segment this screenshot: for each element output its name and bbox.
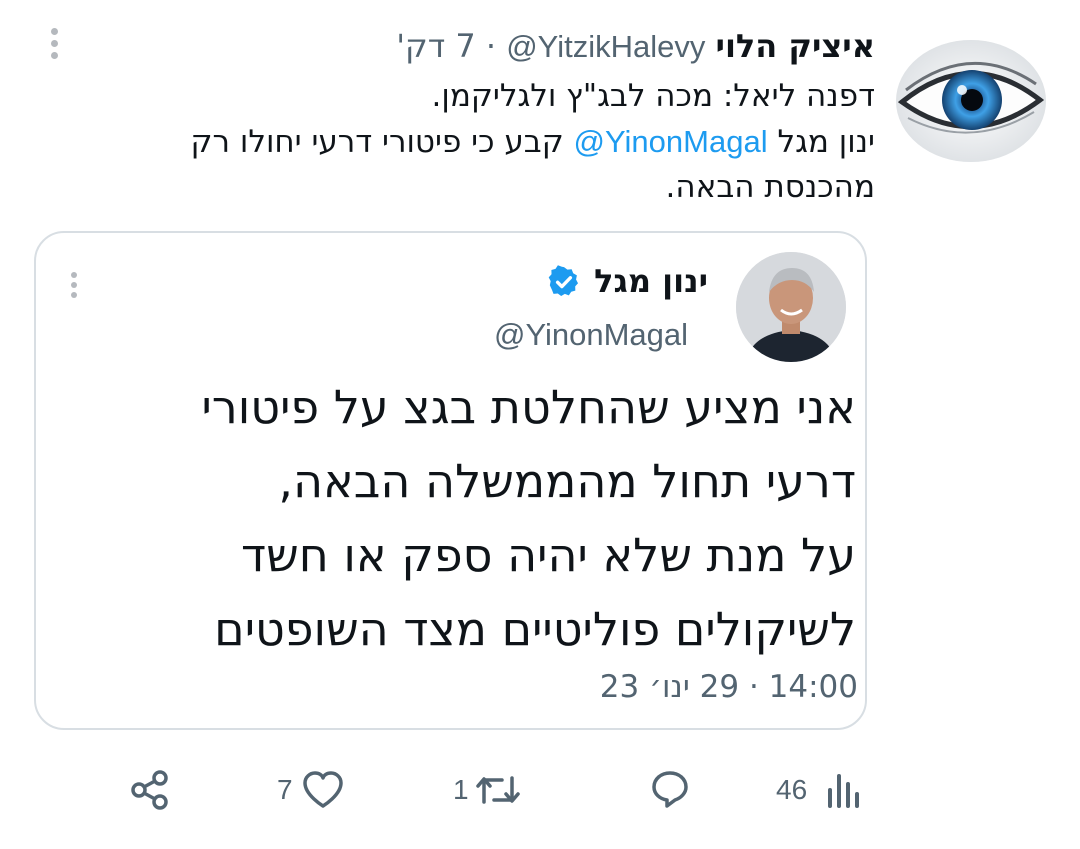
like-count: 7 (277, 774, 293, 805)
more-vertical-icon[interactable] (62, 268, 86, 302)
person-photo (736, 252, 846, 362)
eye-image (896, 40, 1046, 162)
quoted-body-line: אני מציע שהחלטת בגצ על פיטורי (201, 380, 857, 434)
tweet-text-line: ינון מגל @YinonMagal קבע כי פיטורי דרעי … (155, 119, 875, 165)
retweet-icon[interactable] (474, 768, 520, 812)
quoted-author-handle[interactable]: @YinonMagal (494, 313, 688, 357)
share-icon[interactable] (128, 768, 172, 812)
tweet-text-fragment: קבע כי פיטורי דרעי יחולו רק (190, 124, 574, 160)
quoted-tweet-body: אני מציע שהחלטת בגצ על פיטורי דרעי תחול … (136, 370, 857, 666)
more-vertical-icon[interactable] (40, 26, 70, 60)
views-count: 46 (776, 774, 808, 805)
separator-dot: · (485, 27, 497, 65)
author-name[interactable]: איציק הלוי (716, 27, 875, 65)
tweet-text-line: מהכנסת הבאה. (665, 169, 875, 205)
quoted-body-line: דרעי תחול מהממשלה הבאה, (278, 454, 856, 508)
tweet-text-line: דפנה ליאל: מכה לבג"ץ ולגליקמן. (431, 78, 875, 114)
mention-link[interactable]: @YinonMagal (574, 124, 768, 159)
reply-icon[interactable] (648, 767, 692, 811)
quoted-body-line: לשיקולים פוליטיים מצד השופטים (214, 602, 856, 656)
views-icon[interactable] (822, 768, 866, 812)
retweet-count: 1 (453, 774, 469, 805)
quoted-author-avatar[interactable] (736, 252, 846, 362)
author-handle[interactable]: @YitzikHalevy (506, 29, 705, 64)
tweet-header: איציק הלוי @YitzikHalevy · 7 דק' (396, 24, 875, 68)
tweet-text-fragment: ינון מגל (767, 124, 875, 160)
author-avatar[interactable] (896, 40, 1046, 162)
tweet-time[interactable]: 7 דק' (396, 27, 476, 65)
heart-icon[interactable] (300, 768, 344, 812)
tweet-text: דפנה ליאל: מכה לבג"ץ ולגליקמן. ינון מגל … (155, 74, 875, 210)
verified-badge-icon (547, 265, 581, 299)
quoted-timestamp[interactable]: 14:00 · 29 ינו׳ 23 (600, 665, 858, 709)
quoted-author-name[interactable]: ינון מגל (594, 258, 708, 304)
quoted-body-line: על מנת שלא יהיה ספק או חשד (241, 528, 856, 582)
